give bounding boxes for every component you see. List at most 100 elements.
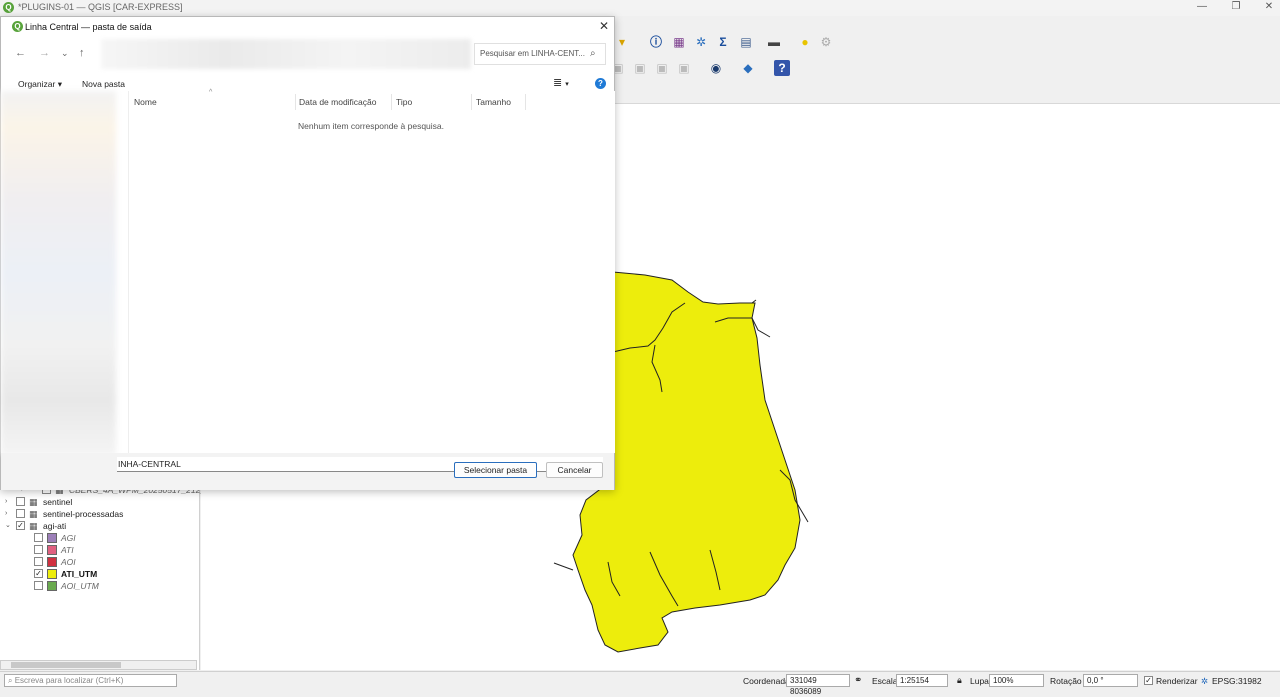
minimize-button[interactable]: — [1195,1,1209,12]
address-bar[interactable] [101,39,471,69]
layer-label: sentinel-processadas [43,509,124,519]
layer-row[interactable]: AOI_UTM [0,580,197,592]
select-folder-button[interactable]: Selecionar pasta [454,462,537,478]
expand-arrow-icon[interactable]: ⌄ [5,520,11,532]
layer-row[interactable]: ⌄ ✓ ▦ agi-ati [0,520,197,532]
column-date-modified[interactable]: Data de modificação [299,97,377,107]
render-checkbox[interactable]: ✓ [1144,676,1153,685]
merge-icon[interactable]: ▣ [676,60,692,76]
python-console-icon[interactable]: ◆ [740,60,756,76]
search-icon: ⌕ [590,48,596,59]
column-size[interactable]: Tamanho [476,97,511,107]
layer-row[interactable]: ATI [0,544,197,556]
rotation-label: Rotação [1050,676,1082,686]
help-icon[interactable]: ? [774,60,790,76]
layer-row[interactable]: › ▦ sentinel [0,496,197,508]
up-arrow-icon[interactable]: ↑ [79,47,85,59]
coordinate-field[interactable]: 331049 8036089 [786,674,850,696]
qgis-logo-icon: Q [12,21,23,32]
dialog-search-input[interactable]: Pesquisar em LINHA-CENT... ⌕ [474,43,606,65]
column-type[interactable]: Tipo [396,97,412,107]
rotation-spinbox[interactable]: 0,0 ° [1083,674,1138,687]
attribute-table-icon[interactable]: ▦ [671,34,687,50]
layer-symbol-swatch [47,545,57,555]
layer-label: AOI_UTM [61,581,99,591]
field-calculator-icon[interactable]: ▤ [738,34,754,50]
group-icon: ▦ [29,521,38,531]
chevron-down-icon: ▾ [565,81,569,88]
forward-arrow-icon[interactable]: → [39,47,50,59]
reshape-icon[interactable]: ▣ [632,60,648,76]
layer-symbol-swatch [47,557,57,567]
layer-visibility-checkbox[interactable] [34,545,43,554]
magnifier-label: Lupa [970,676,989,686]
lock-icon[interactable]: 🔒︎ [957,675,962,686]
layer-row[interactable]: ✓ ATI_UTM [0,568,197,580]
layer-visibility-checkbox[interactable] [34,533,43,542]
globe-icon[interactable]: ◉ [708,60,724,76]
crs-button[interactable]: EPSG:31982 [1212,676,1262,686]
layer-symbol-swatch [47,533,57,543]
layer-row[interactable]: › ▦ sentinel-processadas [0,508,197,520]
layer-visibility-checkbox[interactable]: ✓ [16,521,25,530]
column-name[interactable]: Nome [134,97,157,107]
layer-label: sentinel [43,497,73,507]
qgis-titlebar: Q *PLUGINS-01 — QGIS [CAR-EXPRESS] — ❐ ✕ [0,0,1280,16]
layer-label: ATI [61,545,74,555]
file-list[interactable]: ^ Nome Data de modificação Tipo Tamanho … [128,89,615,453]
close-window-button[interactable]: ✕ [1262,1,1276,12]
maximize-button[interactable]: ❐ [1229,1,1243,12]
navigation-pane[interactable] [1,91,116,455]
new-folder-button[interactable]: Nova pasta [82,79,125,89]
view-options-icon[interactable]: ≣ ▾ [553,76,569,89]
render-label: Renderizar [1156,676,1198,686]
layer-label: agi-ati [43,521,67,531]
expand-arrow-icon[interactable]: › [5,496,7,508]
crs-icon[interactable]: ✲ [1201,676,1208,687]
recent-locations-icon[interactable]: ⌄ [61,48,69,59]
expand-arrow-icon[interactable]: › [5,508,7,520]
scrollbar-thumb[interactable] [11,662,121,668]
folder-dialog: Q Linha Central — pasta de saída ✕ ← → ⌄… [0,16,615,490]
column-separator [471,94,472,110]
layer-symbol-swatch [47,581,57,591]
column-separator [295,94,296,110]
layer-row[interactable]: AGI [0,532,197,544]
map-tips-icon[interactable]: ● [797,34,813,50]
select-features-icon[interactable]: ▾ [614,34,630,50]
layer-row[interactable]: AOI [0,556,197,568]
layer-label: AOI [61,557,76,567]
layer-visibility-checkbox[interactable] [34,581,43,590]
split-icon[interactable]: ▣ [654,60,670,76]
qgis-logo-icon: Q [3,2,14,13]
layer-label: AGI [61,533,76,543]
settings-gear-icon[interactable]: ⚙ [818,34,834,50]
layer-visibility-checkbox[interactable] [16,497,25,506]
layer-symbol-swatch [47,569,57,579]
chevron-down-icon: ▾ [57,79,62,89]
processing-toolbox-icon[interactable]: ✲ [693,34,709,50]
magnifier-spinbox[interactable]: 100% [989,674,1044,687]
measure-icon[interactable]: ▬ [766,34,782,50]
layer-visibility-checkbox[interactable]: ✓ [34,569,43,578]
search-icon: ⌕ [8,676,15,685]
sort-up-icon: ^ [209,89,213,96]
coordinate-label: Coordenada [743,676,790,686]
back-arrow-icon[interactable]: ← [15,47,26,59]
scale-label: Escala [872,676,898,686]
statistics-icon[interactable]: Σ [715,34,731,50]
help-icon[interactable]: ? [595,78,606,89]
column-separator [391,94,392,110]
dialog-close-button[interactable]: ✕ [599,19,609,33]
locator-search-input[interactable]: ⌕ Escreva para localizar (Ctrl+K) [4,674,177,687]
layer-visibility-checkbox[interactable] [34,557,43,566]
organize-button[interactable]: Organizar ▾ [18,79,62,90]
identify-icon[interactable]: ⓘ [648,34,664,50]
scale-combobox[interactable]: 1:25154 [896,674,948,687]
window-title: *PLUGINS-01 — QGIS [CAR-EXPRESS] [18,2,183,12]
coordinate-toggle-icon[interactable]: ⚭ [854,675,862,686]
group-icon: ▦ [29,509,38,519]
layer-visibility-checkbox[interactable] [16,509,25,518]
layers-horizontal-scrollbar[interactable] [0,660,197,670]
cancel-button[interactable]: Cancelar [546,462,603,478]
